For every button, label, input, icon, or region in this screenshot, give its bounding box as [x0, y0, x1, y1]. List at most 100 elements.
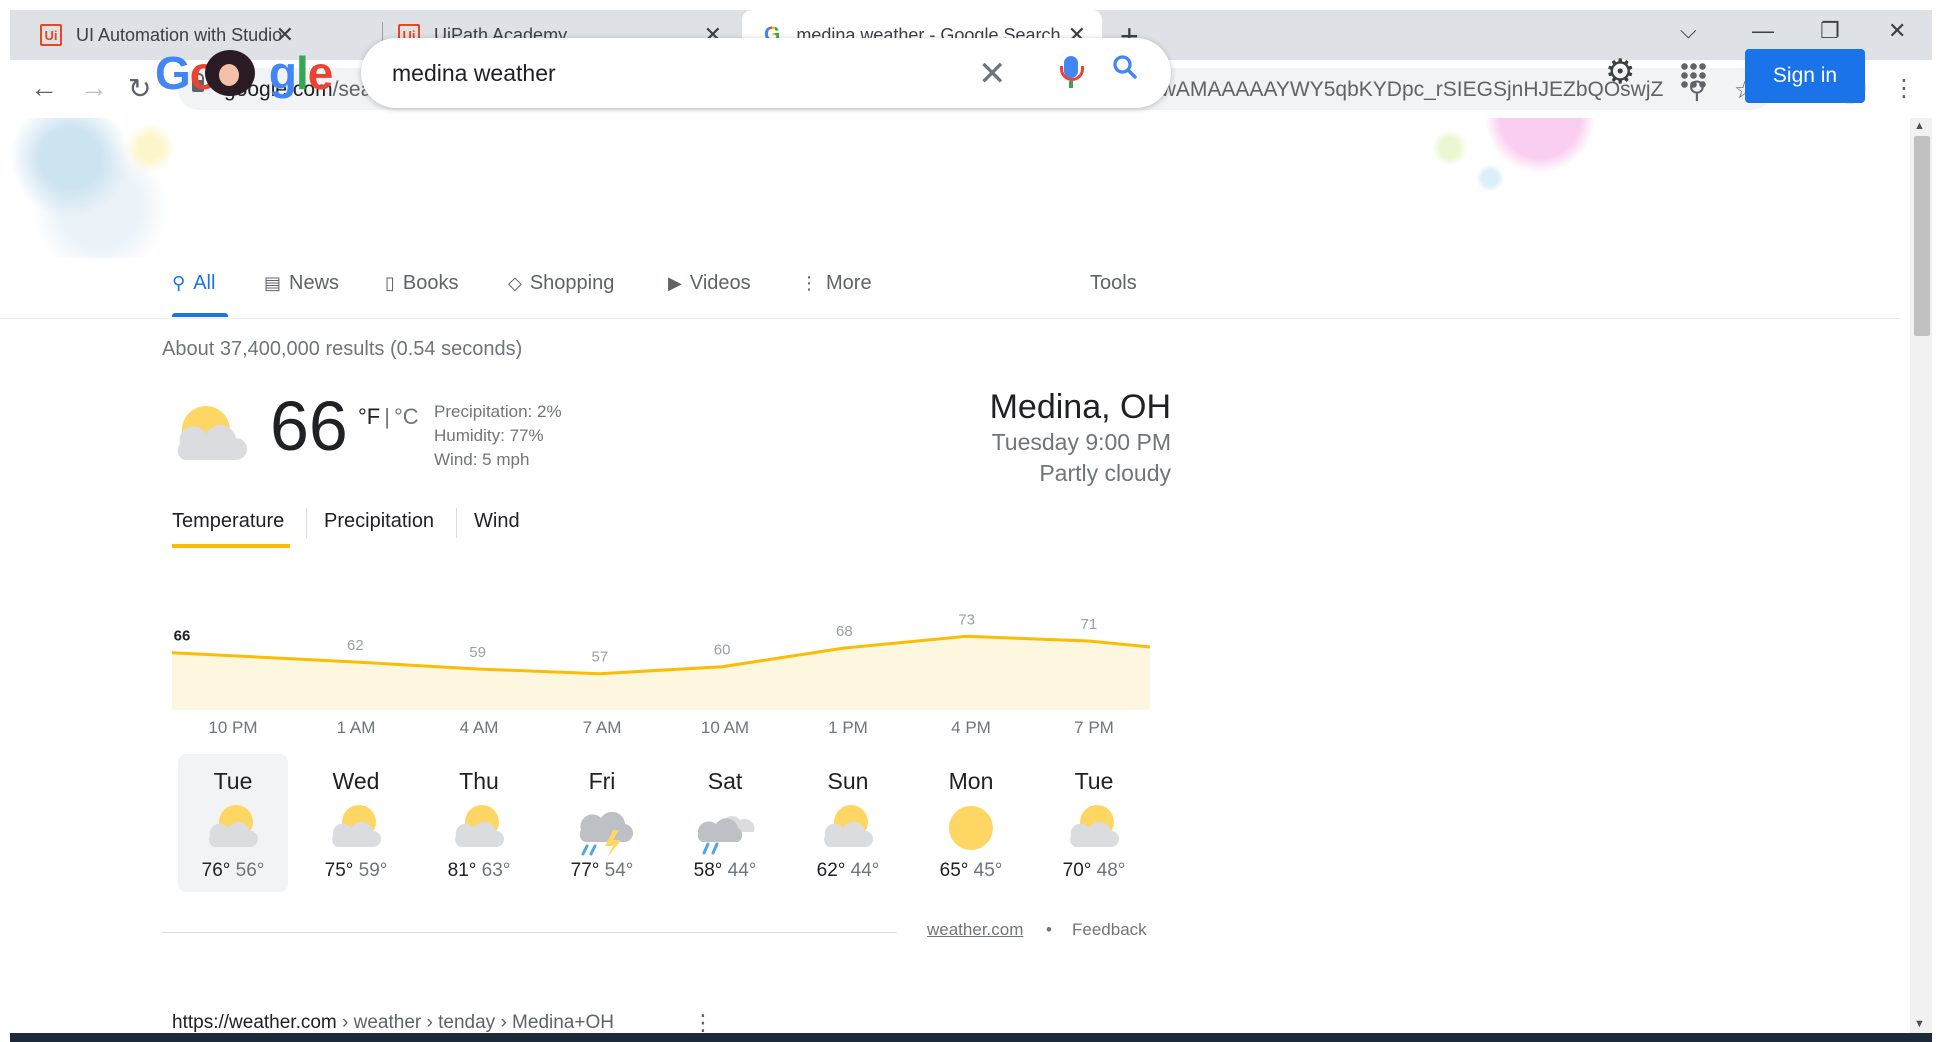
high-low-temps: 70° 48° — [1039, 860, 1149, 882]
chart-data-label: 62 — [347, 637, 364, 654]
sunny-icon — [938, 800, 1004, 856]
search-icon[interactable] — [1110, 52, 1140, 90]
minimize-icon[interactable]: — — [1752, 18, 1774, 44]
hour-label: 10 PM — [208, 718, 258, 737]
location-name: Medina, OH — [989, 388, 1171, 426]
hour-label: 10 AM — [700, 718, 750, 737]
humidity-text: Humidity: 77% — [434, 426, 544, 445]
low-temp: 59° — [358, 860, 388, 881]
active-weather-tab-indicator — [172, 544, 290, 548]
tab-shopping[interactable]: ◇ Shopping — [508, 272, 614, 295]
high-temp: 62° — [816, 860, 851, 881]
low-temp: 63° — [481, 860, 511, 881]
chart-data-label: 68 — [836, 623, 853, 640]
feedback-link[interactable]: Feedback — [1072, 920, 1147, 940]
weather-source-link[interactable]: weather.com — [927, 920, 1023, 940]
scroll-down-icon[interactable]: ▼ — [1914, 1018, 1925, 1030]
browser-tab-title: UI Automation with Studio — [76, 24, 283, 45]
scrollbar-thumb[interactable] — [1914, 136, 1930, 336]
day-forecast-wed[interactable]: Wed 75° 59° — [301, 754, 411, 892]
clear-search-icon[interactable]: ✕ — [978, 54, 1007, 94]
hour-label: 4 AM — [459, 718, 499, 737]
partly-cloudy-icon — [200, 800, 266, 856]
hour-label: 7 PM — [1074, 718, 1114, 737]
forecast-datetime: Tuesday 9:00 PM — [991, 429, 1171, 455]
day-forecast-sun[interactable]: Sun 62° 44° — [793, 754, 903, 892]
more-vertical-icon: ⋮ — [800, 273, 818, 293]
unit-toggle[interactable]: °F | °C — [358, 404, 419, 430]
day-forecast-tue[interactable]: Tue 76° 56° — [178, 754, 288, 892]
google-results-page — [10, 118, 1910, 1033]
high-low-temps: 75° 59° — [301, 860, 411, 882]
chart-data-label: 71 — [1081, 616, 1098, 633]
back-icon[interactable]: ← — [30, 72, 58, 104]
book-icon: ▯ — [385, 273, 395, 293]
high-temp: 77° — [570, 860, 605, 881]
day-name: Tue — [213, 768, 253, 794]
sign-in-button[interactable]: Sign in — [1745, 49, 1865, 103]
rain-icon — [692, 800, 758, 856]
chrome-menu-icon[interactable]: ⋮ — [1892, 74, 1916, 103]
chart-data-label: 66 — [174, 628, 191, 645]
tab-temperature[interactable]: Temperature — [172, 510, 284, 533]
day-forecast-thu[interactable]: Thu 81° 63° — [424, 754, 534, 892]
close-tab-icon[interactable]: ✕ — [276, 22, 294, 48]
weather-location-block: Medina, OH Tuesday 9:00 PM Partly cloudy — [990, 388, 1171, 489]
doodle-character-icon[interactable] — [205, 50, 255, 96]
search-icon: ⚲ — [172, 273, 186, 293]
uipath-icon: Ui — [40, 24, 62, 46]
day-forecast-sat[interactable]: Sat 58° 44° — [670, 754, 780, 892]
microphone-icon[interactable] — [1060, 56, 1084, 88]
tab-divider — [306, 508, 307, 538]
tab-videos[interactable]: ▶ Videos — [668, 272, 751, 295]
google-apps-icon[interactable] — [1680, 62, 1706, 88]
partly-cloudy-icon — [162, 400, 258, 470]
settings-gear-icon[interactable]: ⚙ — [1605, 52, 1635, 92]
partly-cloudy-icon — [1061, 800, 1127, 856]
results-stats: About 37,400,000 results (0.54 seconds) — [162, 338, 523, 360]
news-icon: ▤ — [264, 273, 282, 293]
day-name: Thu — [459, 768, 499, 794]
doodle-decoration — [10, 118, 230, 258]
tab-precipitation[interactable]: Precipitation — [324, 510, 434, 533]
tag-icon: ◇ — [508, 273, 522, 293]
tab-search-icon[interactable]: ⌵ — [1680, 18, 1697, 44]
tab-news[interactable]: ▤ News — [264, 272, 339, 295]
high-low-temps: 62° 44° — [793, 860, 903, 882]
tab-more[interactable]: ⋮ More — [800, 272, 872, 295]
high-low-temps: 77° 54° — [547, 860, 657, 882]
low-temp: 56° — [235, 860, 265, 881]
unit-celsius[interactable]: °C — [394, 404, 419, 429]
separator-dot: • — [1046, 920, 1052, 939]
tab-books[interactable]: ▯ Books — [385, 272, 459, 295]
wind-text: Wind: 5 mph — [434, 450, 530, 469]
os-taskbar — [10, 1033, 1932, 1042]
search-input[interactable]: medina weather — [392, 60, 556, 87]
result-cite[interactable]: https://weather.com › weather › tenday ›… — [172, 1012, 614, 1034]
day-name: Mon — [948, 768, 994, 794]
reload-icon[interactable]: ↻ — [128, 72, 151, 105]
play-icon: ▶ — [668, 273, 682, 293]
tab-divider — [456, 508, 457, 538]
day-name: Fri — [588, 768, 616, 794]
card-divider — [162, 932, 897, 933]
tools-button[interactable]: Tools — [1090, 272, 1137, 295]
restore-icon[interactable]: ❐ — [1820, 18, 1840, 44]
partly-cloudy-icon — [446, 800, 512, 856]
forward-icon[interactable]: → — [80, 72, 108, 104]
day-forecast-mon[interactable]: Mon 65° 45° — [916, 754, 1026, 892]
chart-data-label: 60 — [714, 642, 731, 659]
tab-wind[interactable]: Wind — [474, 510, 520, 533]
high-temp: 70° — [1062, 860, 1097, 881]
chart-data-label: 57 — [592, 649, 609, 666]
close-window-icon[interactable]: ✕ — [1888, 18, 1906, 44]
high-temp: 65° — [939, 860, 974, 881]
low-temp: 54° — [604, 860, 634, 881]
unit-fahrenheit[interactable]: °F — [358, 404, 380, 429]
tab-all[interactable]: ⚲ All — [172, 272, 215, 295]
day-forecast-tue[interactable]: Tue 70° 48° — [1039, 754, 1149, 892]
scroll-up-icon[interactable]: ▲ — [1914, 120, 1925, 132]
day-forecast-fri[interactable]: Fri 77° 54° — [547, 754, 657, 892]
high-low-temps: 65° 45° — [916, 860, 1026, 882]
low-temp: 48° — [1096, 860, 1126, 881]
